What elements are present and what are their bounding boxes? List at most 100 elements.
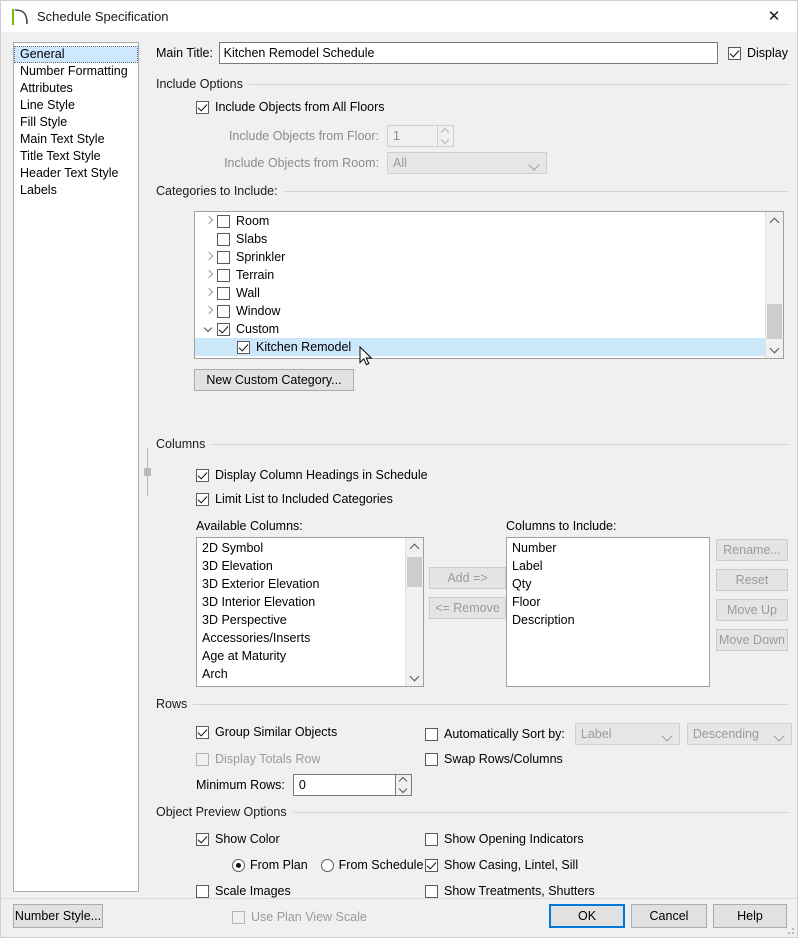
from-plan-radio[interactable]: From Plan [232, 858, 308, 872]
checkbox-box[interactable] [217, 232, 230, 246]
list-item[interactable]: 3D Perspective [197, 611, 406, 629]
checkbox-box[interactable] [217, 268, 230, 282]
chevron-down-icon[interactable] [201, 321, 217, 337]
stepper-up-icon[interactable] [396, 775, 411, 785]
show-color-checkbox[interactable]: Show Color [196, 832, 280, 846]
move-down-button[interactable]: Move Down [716, 629, 788, 651]
list-item[interactable]: Accessories/Inserts [197, 629, 406, 647]
scrollbar-thumb[interactable] [767, 304, 782, 339]
list-item[interactable]: 3D Elevation [197, 557, 406, 575]
sidebar-item-fill-style[interactable]: Fill Style [14, 114, 138, 131]
list-item[interactable]: Label [507, 557, 709, 575]
chevron-right-icon[interactable] [201, 303, 217, 319]
from-schedule-radio[interactable]: From Schedule [320, 858, 423, 872]
resize-grip-icon[interactable] [784, 924, 794, 934]
stepper-down-icon[interactable] [396, 785, 411, 795]
checkbox-box[interactable] [217, 250, 230, 264]
tree-row[interactable]: Window [195, 302, 766, 320]
swap-rows-columns-checkbox[interactable]: Swap Rows/Columns [425, 752, 563, 766]
sidebar-item-header-text-style[interactable]: Header Text Style [14, 165, 138, 182]
list-item[interactable]: Age at Maturity [197, 647, 406, 665]
stepper-down-icon[interactable] [438, 136, 453, 146]
scroll-down-icon[interactable] [766, 341, 783, 358]
list-item[interactable]: Arch [197, 665, 406, 683]
number-style-button[interactable]: Number Style... [13, 904, 103, 928]
include-floor-stepper[interactable]: 1 [387, 125, 454, 147]
list-item[interactable]: Description [507, 611, 709, 629]
add-column-button[interactable]: Add => [429, 567, 506, 589]
tree-row[interactable]: Terrain [195, 266, 766, 284]
show-casing-checkbox[interactable]: Show Casing, Lintel, Sill [425, 858, 578, 872]
checkbox-box[interactable] [217, 322, 230, 336]
categories-tree[interactable]: Room Slabs Sprinkler Terrain Wall Window… [194, 211, 784, 359]
list-item[interactable]: 3D Interior Elevation [197, 593, 406, 611]
chevron-right-icon[interactable] [201, 267, 217, 283]
scrollbar-thumb[interactable] [407, 557, 422, 587]
list-item[interactable]: Number [507, 539, 709, 557]
categories-scrollbar[interactable] [765, 212, 783, 358]
display-title-checkbox[interactable]: Display [728, 46, 788, 60]
remove-column-button[interactable]: <= Remove [429, 597, 506, 619]
ok-button[interactable]: OK [549, 904, 625, 928]
reset-columns-button[interactable]: Reset [716, 569, 788, 591]
sidebar-item-number-formatting[interactable]: Number Formatting [14, 63, 138, 80]
sidebar-item-attributes[interactable]: Attributes [14, 80, 138, 97]
cancel-button[interactable]: Cancel [631, 904, 707, 928]
new-custom-category-button[interactable]: New Custom Category... [194, 369, 354, 391]
list-item[interactable]: 2D Symbol [197, 539, 406, 557]
checkbox-box[interactable] [217, 286, 230, 300]
chevron-right-icon[interactable] [201, 249, 217, 265]
splitter-grip-icon[interactable] [144, 468, 151, 476]
tree-row[interactable]: Kitchen Remodel [195, 338, 766, 356]
stepper-buttons[interactable] [394, 774, 412, 796]
display-totals-row-checkbox[interactable]: Display Totals Row [196, 752, 320, 766]
tree-row[interactable]: Slabs [195, 230, 766, 248]
help-button[interactable]: Help [713, 904, 787, 928]
panel-splitter[interactable] [144, 448, 151, 496]
auto-sort-checkbox[interactable]: Automatically Sort by: [425, 727, 565, 741]
move-up-button[interactable]: Move Up [716, 599, 788, 621]
scroll-up-icon[interactable] [766, 212, 783, 229]
available-columns-scrollbar[interactable] [405, 538, 423, 686]
list-item[interactable]: Floor [507, 593, 709, 611]
scale-images-checkbox[interactable]: Scale Images [196, 884, 291, 898]
use-plan-view-scale-checkbox[interactable]: Use Plan View Scale [232, 910, 367, 924]
minimum-rows-stepper[interactable]: 0 [292, 774, 412, 796]
show-treatments-checkbox[interactable]: Show Treatments, Shutters [425, 884, 595, 898]
display-column-headings-checkbox[interactable]: Display Column Headings in Schedule [196, 468, 428, 482]
scroll-up-icon[interactable] [406, 538, 423, 555]
scroll-down-icon[interactable] [406, 669, 423, 686]
group-similar-objects-checkbox[interactable]: Group Similar Objects [196, 725, 337, 739]
include-room-dropdown[interactable]: All [387, 152, 547, 174]
columns-to-include-list[interactable]: Number Label Qty Floor Description [506, 537, 710, 687]
sidebar-item-main-text-style[interactable]: Main Text Style [14, 131, 138, 148]
checkbox-box[interactable] [217, 214, 230, 228]
rename-column-button[interactable]: Rename... [716, 539, 788, 561]
sort-order-dropdown[interactable]: Descending [686, 723, 792, 745]
main-title-input[interactable]: Kitchen Remodel Schedule [218, 42, 718, 64]
sort-field-dropdown[interactable]: Label [574, 723, 680, 745]
sidebar-item-line-style[interactable]: Line Style [14, 97, 138, 114]
stepper-buttons[interactable] [437, 125, 454, 147]
tree-row[interactable]: Room [195, 212, 766, 230]
show-opening-indicators-checkbox[interactable]: Show Opening Indicators [425, 832, 584, 846]
include-floor-value[interactable]: 1 [387, 125, 437, 147]
list-item[interactable]: Qty [507, 575, 709, 593]
tree-row[interactable]: Sprinkler [195, 248, 766, 266]
list-item[interactable]: 3D Exterior Elevation [197, 575, 406, 593]
checkbox-box[interactable] [217, 304, 230, 318]
chevron-right-icon[interactable] [201, 285, 217, 301]
limit-list-checkbox[interactable]: Limit List to Included Categories [196, 492, 393, 506]
checkbox-box[interactable] [237, 340, 250, 354]
settings-category-list[interactable]: General Number Formatting Attributes Lin… [13, 42, 139, 892]
sidebar-item-general[interactable]: General [14, 46, 138, 63]
tree-row[interactable]: Custom [195, 320, 766, 338]
stepper-up-icon[interactable] [438, 126, 453, 136]
include-all-floors-checkbox[interactable]: Include Objects from All Floors [196, 100, 385, 114]
sidebar-item-title-text-style[interactable]: Title Text Style [14, 148, 138, 165]
tree-row[interactable]: Wall [195, 284, 766, 302]
sidebar-item-labels[interactable]: Labels [14, 182, 138, 199]
minimum-rows-value[interactable]: 0 [292, 774, 395, 796]
available-columns-list[interactable]: 2D Symbol 3D Elevation 3D Exterior Eleva… [196, 537, 424, 687]
chevron-right-icon[interactable] [201, 213, 217, 229]
